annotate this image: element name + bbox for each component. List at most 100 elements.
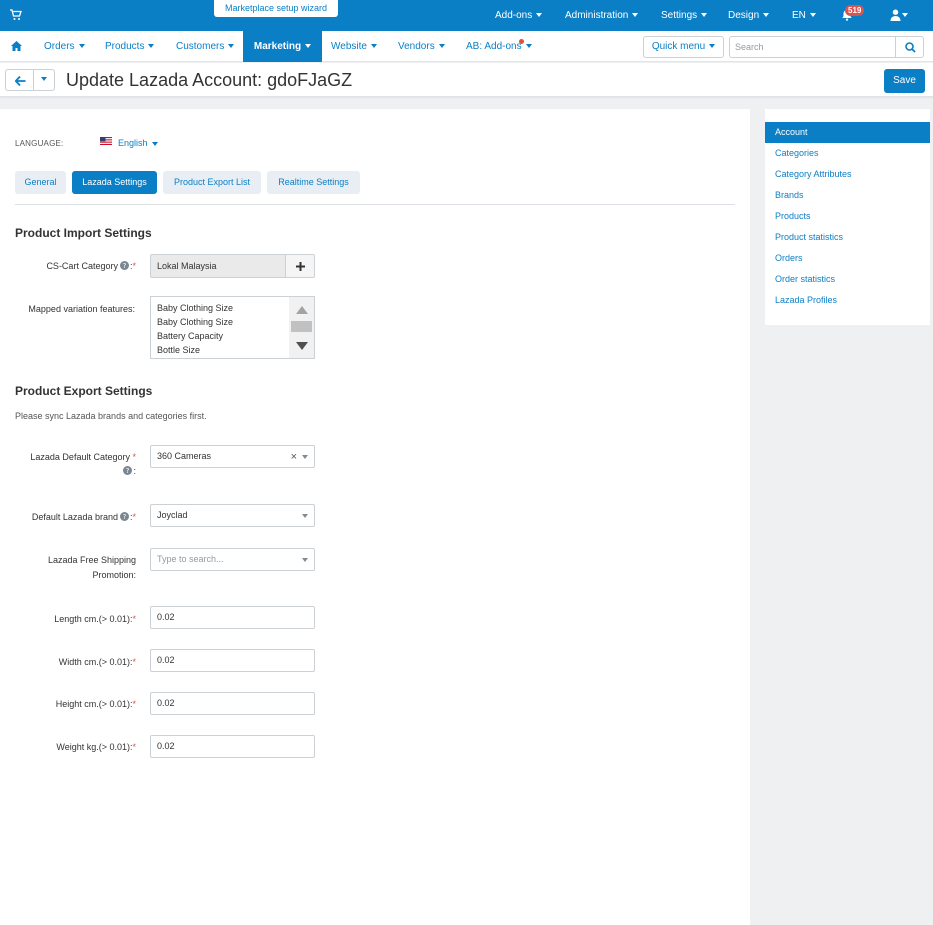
nav-customers[interactable]: Customers [176,31,235,62]
weight-label: Weight kg.(> 0.01):* [56,742,136,752]
question-icon[interactable]: ? [119,261,129,270]
caret-down-icon [302,514,308,518]
width-input[interactable]: 0.02 [150,649,315,672]
topnav-label: Design [728,10,760,21]
quick-menu-label: Quick menu [651,41,706,52]
tab-realtime-settings[interactable]: Realtime Settings [267,171,360,194]
listbox-scrollbar[interactable] [289,297,314,358]
brand-value: Joyclad [157,510,188,520]
caret-down-icon [536,13,543,18]
caret-down-icon [151,141,158,146]
nav-label: Customers [176,41,225,52]
nav-products[interactable]: Products [105,31,155,62]
brand-select[interactable]: Joyclad [150,504,315,527]
sidebar-item-product-statistics[interactable]: Product statistics [765,227,930,248]
caret-down-icon [370,44,377,49]
svg-text:?: ? [126,467,130,475]
back-button[interactable] [5,69,34,91]
weight-label-text: Weight kg.(> 0.01): [56,742,133,752]
caret-down-icon [809,13,816,18]
default-category-label: Lazada Default Category * ?: [30,452,136,476]
home-icon[interactable] [11,41,22,51]
sidebar-item-category-attributes[interactable]: Category Attributes [765,164,930,185]
tab-product-export-list[interactable]: Product Export List [163,171,261,194]
sidebar-item-account[interactable]: Account [765,122,930,143]
language-selector[interactable]: English [118,138,158,148]
search-input[interactable]: Search [729,36,896,58]
length-label-text: Length cm.(> 0.01): [54,614,133,624]
topnav-design[interactable]: Design [728,0,770,31]
default-category-label-text: Lazada Default Category [30,452,130,462]
caret-down-icon [525,44,532,49]
export-section-title: Product Export Settings [15,384,153,398]
topnav-language[interactable]: EN [792,0,816,31]
tab-lazada-settings[interactable]: Lazada Settings [72,171,157,194]
account-sidebar: Account Categories Category Attributes B… [765,109,930,325]
default-category-select[interactable]: 360 Cameras × [150,445,315,468]
topnav-administration[interactable]: Administration [565,0,639,31]
nav-website[interactable]: Website [331,31,377,62]
question-icon[interactable]: ? [123,466,133,475]
scroll-up-arrow-icon[interactable] [296,306,308,314]
scroll-thumb[interactable] [291,321,312,332]
topnav-addons[interactable]: Add-ons [495,0,543,31]
sidebar-item-categories[interactable]: Categories [765,143,930,164]
quick-menu-button[interactable]: Quick menu [643,36,724,58]
page-header: Update Lazada Account: gdoFJaGZ Save [0,63,933,97]
shipping-promotion-select[interactable]: Type to search... [150,548,315,571]
category-label-text: CS-Cart Category [46,261,118,271]
caret-down-icon [438,44,445,49]
length-input[interactable]: 0.02 [150,606,315,629]
caret-down-icon [763,13,770,18]
plus-icon [296,262,305,271]
clear-icon[interactable]: × [291,446,297,468]
list-item[interactable]: Baby Clothing Size [157,317,233,327]
us-flag-icon [100,137,112,145]
history-dropdown-button[interactable] [34,69,55,91]
cart-icon[interactable] [10,9,22,21]
sidebar-item-products[interactable]: Products [765,206,930,227]
height-input[interactable]: 0.02 [150,692,315,715]
width-label: Width cm.(> 0.01):* [58,657,136,667]
caret-down-icon [302,455,308,459]
nav-label: Vendors [398,41,435,52]
nav-vendors[interactable]: Vendors [398,31,445,62]
topnav-settings[interactable]: Settings [661,0,708,31]
sidebar-item-orders[interactable]: Orders [765,248,930,269]
topnav-label: Settings [661,10,698,21]
scroll-down-arrow-icon[interactable] [296,342,308,350]
sidebar-item-lazada-profiles[interactable]: Lazada Profiles [765,290,930,311]
length-label: Length cm.(> 0.01):* [54,614,136,624]
nav-label: Website [331,41,367,52]
weight-input[interactable]: 0.02 [150,735,315,758]
nav-ab-addons[interactable]: AB: Add-ons [466,31,532,62]
list-item[interactable]: Baby Clothing Size [157,303,233,313]
mapped-features-listbox[interactable]: Baby Clothing Size Baby Clothing Size Ba… [150,296,315,359]
caret-down-icon [709,44,716,49]
list-item[interactable]: Battery Capacity [157,331,223,341]
svg-text:?: ? [123,513,127,521]
sidebar-item-brands[interactable]: Brands [765,185,930,206]
new-indicator-dot [519,39,524,44]
caret-down-icon [302,558,308,562]
add-category-button[interactable] [285,254,315,278]
category-label: CS-Cart Category?:* [46,261,136,271]
nav-orders[interactable]: Orders [44,31,85,62]
search-button[interactable] [895,36,924,58]
height-label-text: Height cm.(> 0.01): [55,699,133,709]
nav-label: Products [105,41,145,52]
list-item[interactable]: Bottle Size [157,345,200,355]
nav-marketing[interactable]: Marketing [243,31,322,62]
setup-wizard-button[interactable]: Marketplace setup wizard [214,0,338,17]
question-icon[interactable]: ? [119,512,129,521]
topnav-label: Add-ons [495,10,533,21]
language-label: LANGUAGE: [15,139,64,148]
caret-down-icon [902,13,908,17]
width-label-text: Width cm.(> 0.01): [58,657,133,667]
brand-label-text: Default Lazada brand [31,512,118,522]
save-button[interactable]: Save [884,69,925,93]
tab-general[interactable]: General [15,171,66,194]
sidebar-item-order-statistics[interactable]: Order statistics [765,269,930,290]
caret-down-icon [228,44,235,49]
user-icon[interactable] [890,9,901,21]
